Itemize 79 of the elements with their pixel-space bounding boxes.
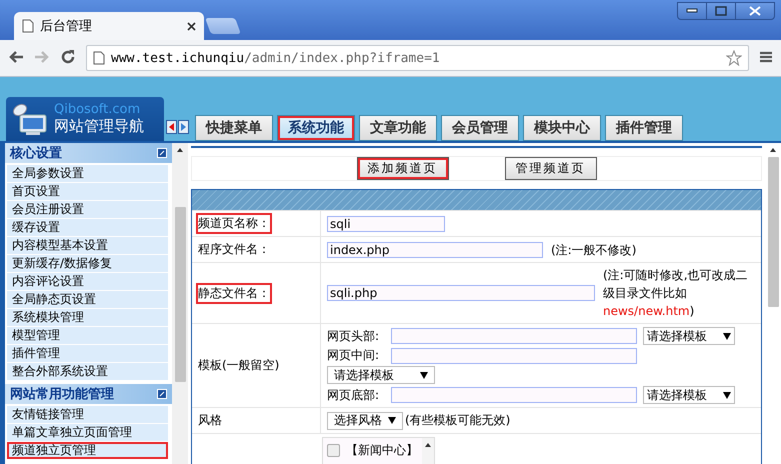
field-note: (注:可随时修改,也可改成二级目录文件比如 news/new.htm) — [603, 267, 749, 320]
field-label: 频道页名称： — [196, 213, 272, 234]
text-input[interactable]: index.php — [327, 242, 543, 258]
nav-tab[interactable]: 快捷菜单 — [195, 115, 273, 141]
template-dropdown[interactable]: 请选择模板 — [643, 327, 735, 345]
browser-tab[interactable]: 后台管理 — [14, 12, 204, 40]
caret-icon — [388, 417, 396, 424]
menu-icon — [759, 50, 773, 62]
sidebar-item[interactable]: 全局参数设置 — [7, 165, 168, 183]
text-input[interactable]: sqli.php — [327, 285, 595, 301]
sidebar-item[interactable]: 全局静态页设置 — [7, 291, 168, 309]
sidebar-item[interactable]: 模型管理 — [7, 327, 168, 345]
nav-tab[interactable]: 插件管理 — [605, 115, 683, 141]
sidebar-item[interactable]: 系统模块管理 — [7, 309, 168, 327]
sidebar-item[interactable]: 内容模型基本设置 — [7, 237, 168, 255]
field-label: 网页中间: — [327, 347, 380, 364]
scroll-up-icon[interactable] — [176, 147, 184, 153]
text-input[interactable] — [391, 348, 637, 364]
forward-arrow-icon — [34, 50, 50, 64]
caret-icon — [723, 332, 731, 340]
style-dropdown[interactable]: 选择风格 — [327, 412, 403, 430]
text-input[interactable] — [391, 387, 637, 403]
caret-icon — [420, 372, 428, 378]
minimize-icon — [686, 8, 698, 14]
page-icon — [22, 19, 34, 33]
field-label: 网页底部: — [327, 386, 380, 404]
nav-tab[interactable]: 系统功能 — [277, 115, 355, 141]
scroll-up-icon[interactable] — [424, 442, 432, 448]
maximize-icon — [715, 6, 727, 16]
sidebar-item[interactable]: 首页设置 — [7, 183, 168, 201]
nav-tab[interactable]: 文章功能 — [359, 115, 437, 141]
text-input[interactable]: sqli — [327, 216, 445, 232]
sidebar-section-header[interactable]: 网站常用功能管理 — [5, 384, 172, 404]
sidebar-item[interactable]: 更新缓存/数据修复 — [7, 255, 168, 273]
star-icon — [726, 50, 742, 66]
main-scrollbar[interactable] — [765, 143, 781, 464]
field-label: 模板(一般留空) — [197, 357, 280, 374]
sidebar-scrollbar[interactable] — [172, 143, 188, 464]
action-button[interactable]: 添加频道页 — [356, 157, 448, 180]
sidebar-item[interactable]: 友情链接管理 — [7, 406, 168, 424]
sidebar-item[interactable]: 单篇文章独立页面管理 — [7, 424, 168, 442]
field-note: (有些模板可能无效) — [405, 412, 510, 429]
sidebar-item[interactable]: 会员注册设置 — [7, 201, 168, 219]
scroll-left-button[interactable] — [166, 120, 177, 137]
left-triangle-icon — [166, 120, 177, 134]
sidebar-item[interactable]: 插件管理 — [7, 345, 168, 363]
sidebar-section-header[interactable]: 核心设置 — [5, 143, 172, 163]
field-note: (注:一般不修改) — [551, 242, 636, 258]
sidebar-item[interactable]: 缓存设置 — [7, 219, 168, 237]
template-dropdown[interactable]: 请选择模板 — [643, 386, 735, 404]
page-icon — [93, 51, 105, 65]
action-button[interactable]: 管理频道页 — [504, 157, 596, 180]
right-triangle-icon — [178, 120, 189, 134]
caret-icon — [723, 392, 731, 398]
back-arrow-icon — [8, 50, 24, 64]
field-label: 风格 — [197, 412, 223, 429]
reload-icon — [60, 48, 76, 64]
nav-tab[interactable]: 模块中心 — [523, 115, 601, 141]
field-label: 静态文件名： — [196, 282, 272, 304]
close-icon — [749, 6, 761, 16]
logo-title: 网站管理导航 — [54, 117, 144, 136]
nav-tab[interactable]: 会员管理 — [441, 115, 519, 141]
text-input[interactable] — [391, 328, 637, 344]
collapse-icon — [157, 389, 167, 399]
address-bar[interactable]: www.test.ichunqiu/admin/index.php?iframe=1 — [86, 45, 749, 71]
sidebar-item[interactable]: 整合外部系统设置 — [7, 363, 168, 381]
template-dropdown[interactable]: 请选择模板 — [327, 366, 435, 384]
close-icon — [187, 22, 196, 30]
logo-brand: Qibosoft.com — [54, 102, 142, 117]
collapse-icon — [157, 148, 167, 158]
scroll-right-button[interactable] — [178, 120, 189, 137]
sidebar-item[interactable]: 频道独立页管理 — [7, 442, 168, 460]
scroll-up-icon[interactable] — [769, 147, 777, 153]
new-tab-button[interactable] — [205, 18, 241, 34]
category-label: 【新闻中心】 — [346, 442, 418, 459]
field-label: 网页头部: — [327, 328, 380, 344]
field-label: 程序文件名： — [197, 241, 271, 258]
sidebar-item[interactable]: 内容评论设置 — [7, 273, 168, 291]
checkbox[interactable] — [327, 444, 340, 457]
